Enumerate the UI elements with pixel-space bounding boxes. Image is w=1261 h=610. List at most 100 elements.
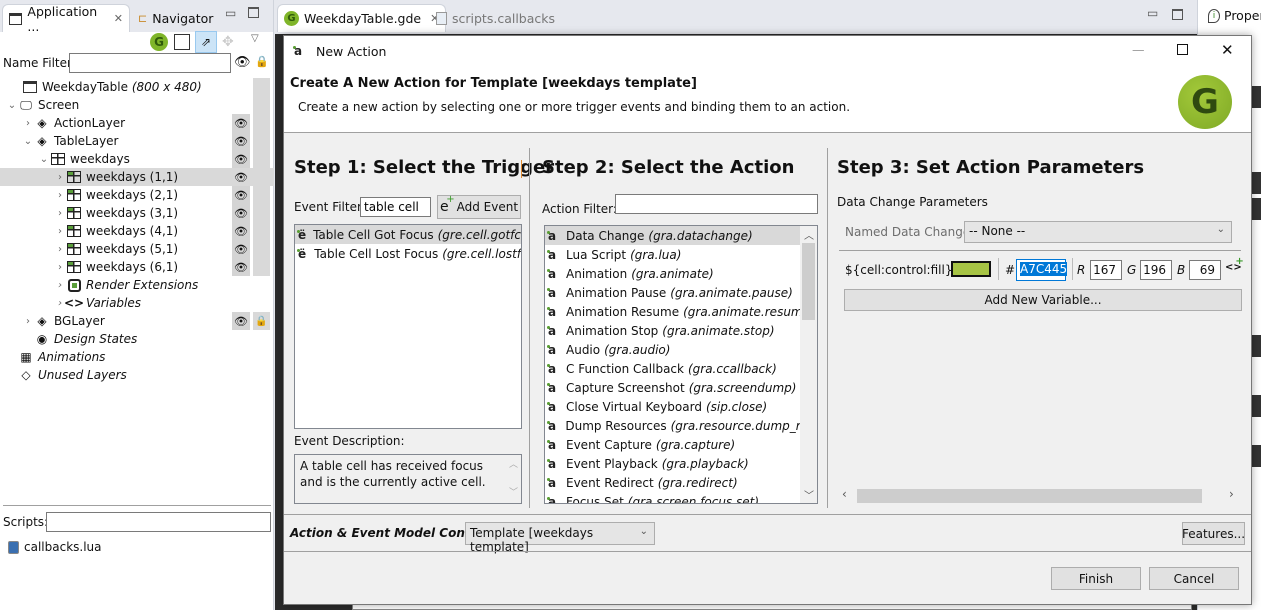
tree-item-bglayer[interactable]: › ◈ BGLayer 👁 🔒	[0, 312, 274, 330]
action-item[interactable]: a Event Playback (gra.playback)	[545, 454, 817, 473]
action-item[interactable]: a Animation Pause (gra.animate.pause)	[545, 283, 817, 302]
chevron-right-icon[interactable]: ›	[22, 118, 34, 129]
action-item[interactable]: a Data Change (gra.datachange)	[545, 226, 817, 245]
lock-toggle[interactable]	[253, 186, 270, 204]
tab-weekdaytable-gde[interactable]: G WeekdayTable.gde ✕	[277, 4, 447, 32]
action-item[interactable]: a C Function Callback (gra.ccallback)	[545, 359, 817, 378]
scroll-up-icon[interactable]: ︿	[804, 227, 814, 242]
tab-navigator[interactable]: ⊏ Navigator	[132, 4, 219, 32]
scroll-down-icon[interactable]: ﹀	[804, 487, 814, 502]
tab-application[interactable]: Application ... ✕	[2, 4, 130, 34]
chevron-right-icon[interactable]: ›	[54, 208, 66, 219]
action-list[interactable]: a Data Change (gra.datachange) a Lua Script(…	[544, 225, 818, 504]
action-item[interactable]: a Animation Stop (gra.animate.stop)	[545, 321, 817, 340]
event-list[interactable]: ë Table Cell Got Focus (gre.cell.gotfc ë…	[294, 224, 522, 429]
scrollbar-thumb[interactable]	[802, 243, 815, 320]
visibility-eye-icon[interactable]: 👁	[232, 168, 250, 186]
chevron-right-icon[interactable]: ›	[22, 316, 34, 327]
visibility-eye-icon[interactable]: 👁	[232, 204, 250, 222]
lock-icon[interactable]: 🔒	[253, 312, 270, 330]
action-list-scrollbar[interactable]: ︿ ﹀	[800, 226, 817, 503]
chevron-right-icon[interactable]: ›	[54, 280, 66, 291]
tree-item-design-states[interactable]: ◉ Design States	[0, 330, 274, 348]
action-item[interactable]: a Focus Set (gra.screen.focus.set)	[545, 492, 817, 503]
maximize-button[interactable]	[1177, 44, 1188, 55]
tree-item-weekdays-cell[interactable]: › weekdays (1,1) 👁	[0, 168, 274, 186]
tree-item-variables[interactable]: › <> Variables	[0, 294, 274, 312]
r-input[interactable]: 167	[1090, 260, 1122, 280]
add-variable-icon[interactable]: <> +	[1225, 256, 1244, 273]
chevron-down-icon[interactable]: ⌄	[38, 154, 50, 165]
event-item[interactable]: ë Table Cell Lost Focus (gre.cell.lostf	[295, 244, 521, 263]
chevron-down-icon[interactable]: ⌄	[22, 136, 34, 147]
tree-item-tablelayer[interactable]: ⌄ ◈ TableLayer 👁	[0, 132, 274, 150]
lock-icon[interactable]: 🔒	[255, 55, 269, 68]
tree-item-weekdays-cell[interactable]: › weekdays (5,1) 👁	[0, 240, 274, 258]
action-item[interactable]: a Lua Script (gra.lua)	[545, 245, 817, 264]
scroll-up-icon[interactable]: ︿	[509, 457, 518, 473]
scripts-filter-input[interactable]	[46, 512, 271, 532]
tab-properties[interactable]: i Proper	[1208, 8, 1261, 23]
chevron-right-icon[interactable]: ›	[54, 190, 66, 201]
context-select[interactable]: Template [weekdays template] ⌄	[465, 522, 655, 554]
eye-icon[interactable]: 👁	[234, 55, 251, 70]
scroll-down-icon[interactable]: ﹀	[509, 485, 518, 501]
tree-item-weekdays-cell[interactable]: › weekdays (6,1) 👁	[0, 258, 274, 276]
b-input[interactable]: 69	[1189, 260, 1221, 280]
visibility-eye-icon[interactable]: 👁	[232, 312, 250, 330]
refresh-icon[interactable]: G	[150, 33, 168, 51]
tree-item-screen[interactable]: ⌄ 🖵 Screen	[0, 96, 274, 114]
tree-item-weekdays-cell[interactable]: › weekdays (4,1) 👁	[0, 222, 274, 240]
chevron-right-icon[interactable]: ›	[54, 262, 66, 273]
visibility-eye-icon[interactable]: 👁	[232, 222, 250, 240]
lock-toggle[interactable]	[253, 132, 270, 150]
minimize-icon[interactable]: ▭	[225, 6, 236, 20]
minimize-button[interactable]: —	[1132, 42, 1145, 57]
visibility-eye-icon[interactable]: 👁	[232, 258, 250, 276]
visibility-eye-icon[interactable]: 👁	[232, 150, 250, 168]
lock-toggle[interactable]	[253, 204, 270, 222]
lock-toggle[interactable]	[253, 114, 270, 132]
hex-input[interactable]: A7C445	[1016, 259, 1068, 281]
tree-item-render-extensions[interactable]: › Render Extensions	[0, 276, 274, 294]
tree-item-weekdaytable[interactable]: WeekdayTable (800 x 480)	[0, 78, 274, 96]
tree-item-weekdays[interactable]: ⌄ weekdays 👁	[0, 150, 274, 168]
event-item[interactable]: ë Table Cell Got Focus (gre.cell.gotfc	[295, 225, 521, 244]
link-editor-icon[interactable]: ⇗	[195, 31, 217, 53]
visibility-eye-icon[interactable]: 👁	[232, 114, 250, 132]
lock-toggle[interactable]	[253, 222, 270, 240]
horizontal-scrollbar[interactable]: ‹ ›	[839, 487, 1239, 505]
chevron-down-icon[interactable]: ⌄	[6, 100, 18, 111]
chevron-right-icon[interactable]: ›	[54, 172, 66, 183]
tree-item-actionlayer[interactable]: › ◈ ActionLayer 👁	[0, 114, 274, 132]
lock-toggle[interactable]	[253, 150, 270, 168]
close-button[interactable]: ✕	[1221, 41, 1234, 59]
color-swatch[interactable]	[951, 261, 991, 277]
g-input[interactable]: 196	[1140, 260, 1172, 280]
chevron-right-icon[interactable]: ›	[54, 244, 66, 255]
finish-button[interactable]: Finish	[1051, 567, 1141, 590]
layout-icon[interactable]	[174, 34, 190, 50]
visibility-eye-icon[interactable]: 👁	[232, 240, 250, 258]
view-menu-icon[interactable]: ▽	[251, 33, 259, 44]
visibility-eye-icon[interactable]: 👁	[232, 132, 250, 150]
tree-item-weekdays-cell[interactable]: › weekdays (3,1) 👁	[0, 204, 274, 222]
visibility-eye-icon[interactable]: 👁	[232, 186, 250, 204]
script-file-item[interactable]: callbacks.lua	[8, 540, 102, 554]
tab-scripts-callbacks[interactable]: scripts.callbacks	[430, 4, 561, 32]
scroll-left-icon[interactable]: ‹	[842, 487, 847, 501]
action-item[interactable]: a Animation Resume (gra.animate.resume)	[545, 302, 817, 321]
add-event-button[interactable]: e + Add Event	[437, 194, 521, 219]
action-item[interactable]: a Capture Screenshot (gra.screendump)	[545, 378, 817, 397]
close-icon[interactable]: ✕	[114, 12, 123, 25]
maximize-icon[interactable]	[1172, 9, 1183, 20]
action-item[interactable]: a Dump Resources (gra.resource.dump_ref)	[545, 416, 817, 435]
action-item[interactable]: a Event Capture (gra.capture)	[545, 435, 817, 454]
lock-toggle[interactable]	[253, 240, 270, 258]
action-filter-input[interactable]	[615, 194, 818, 214]
scroll-right-icon[interactable]: ›	[1229, 487, 1234, 501]
tree-item-weekdays-cell[interactable]: › weekdays (2,1) 👁	[0, 186, 274, 204]
maximize-icon[interactable]	[248, 7, 259, 18]
action-item[interactable]: a Audio (gra.audio)	[545, 340, 817, 359]
features-button[interactable]: Features...	[1182, 522, 1245, 545]
